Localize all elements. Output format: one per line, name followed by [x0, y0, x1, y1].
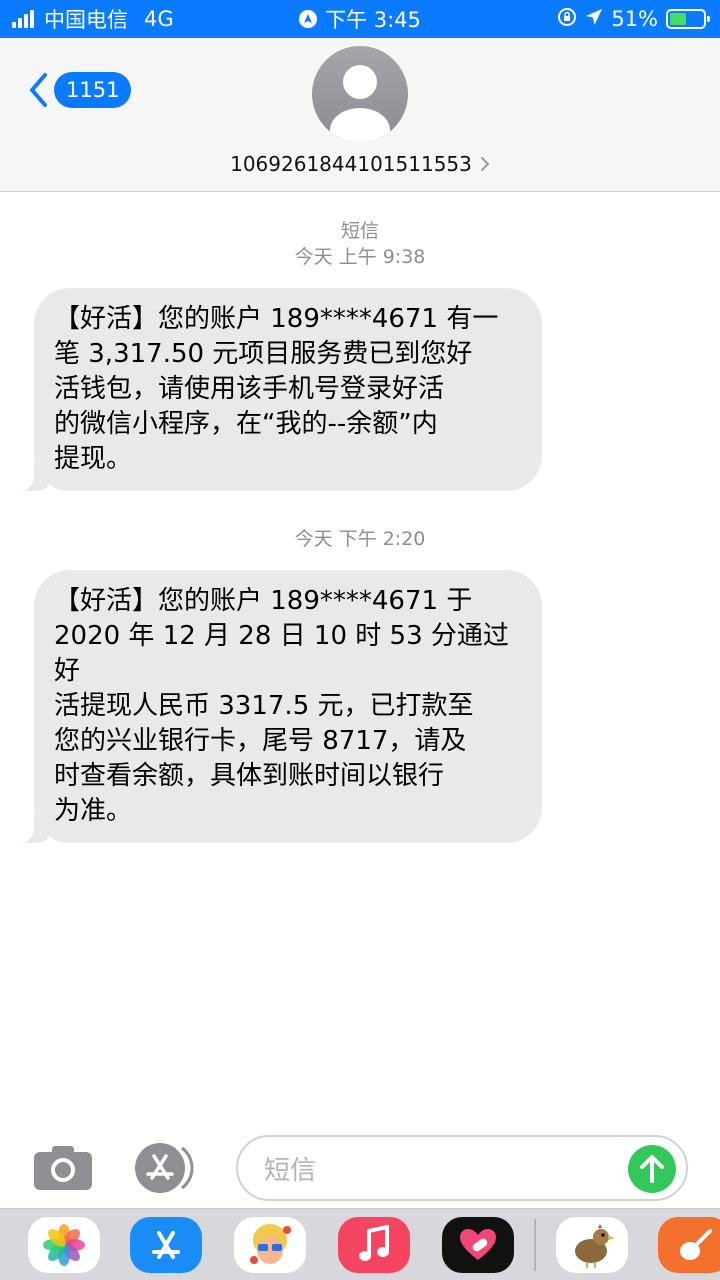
app-drawer [0, 1208, 720, 1280]
back-button[interactable]: 1151 [28, 72, 132, 108]
message-timestamp: 今天 下午 2:20 [294, 528, 426, 550]
camera-icon [34, 1146, 92, 1190]
music-app-button[interactable] [338, 1217, 410, 1273]
music-icon [359, 1225, 389, 1261]
status-time: 下午 3:45 [325, 8, 421, 32]
app-store-icon [152, 1231, 180, 1259]
memoji-app-button[interactable] [234, 1217, 306, 1273]
photos-app-button[interactable] [28, 1217, 100, 1273]
bird-sticker-app-button[interactable] [556, 1217, 628, 1273]
orientation-lock-icon [557, 7, 577, 32]
message-bubble[interactable]: 【好活】您的账户 189****4671 于 2020 年 12 月 28 日 … [10, 570, 542, 843]
app-store-button[interactable] [134, 1142, 204, 1198]
contact-details-link[interactable]: 1069261844101511553 [0, 150, 720, 178]
battery-icon [666, 9, 710, 29]
memoji-icon [250, 1224, 291, 1264]
app-store-icon [135, 1143, 194, 1193]
message-input[interactable]: 短信 [236, 1135, 688, 1201]
drawer-divider [534, 1219, 536, 1271]
unread-count-badge: 1151 [54, 72, 132, 108]
digital-touch-app-button[interactable] [442, 1217, 514, 1273]
send-button[interactable] [628, 1145, 676, 1193]
chevron-left-icon [30, 73, 47, 107]
garageband-icon [680, 1229, 712, 1260]
contact-number: 1069261844101511553 [230, 152, 472, 176]
digital-touch-icon [460, 1229, 496, 1260]
garageband-app-button[interactable] [658, 1217, 720, 1273]
service-label: 短信 [340, 220, 379, 242]
bird-sticker-icon [575, 1224, 615, 1268]
compose-bar: 短信 [0, 1130, 720, 1208]
status-bar: 中国电信 4G 下午 3:45 51% [0, 0, 720, 38]
camera-button[interactable] [32, 1144, 94, 1196]
conversation-header: 1151 1069261844101511553 [0, 38, 720, 192]
message-timestamp: 今天 上午 9:38 [294, 246, 426, 268]
navigation-app-icon [299, 10, 318, 28]
location-arrow-icon [585, 7, 603, 31]
battery-percent: 51% [611, 7, 658, 31]
chevron-right-icon [480, 157, 490, 171]
message-bubble[interactable]: 【好活】您的账户 189****4671 有一 笔 3,317.50 元项目服务… [10, 288, 542, 491]
app-store-drawer-button[interactable] [130, 1217, 202, 1273]
arrow-up-icon [640, 1155, 664, 1183]
message-input-placeholder: 短信 [264, 1155, 317, 1186]
photos-icon [43, 1224, 85, 1266]
contact-avatar[interactable] [312, 46, 408, 142]
person-icon [330, 65, 390, 142]
